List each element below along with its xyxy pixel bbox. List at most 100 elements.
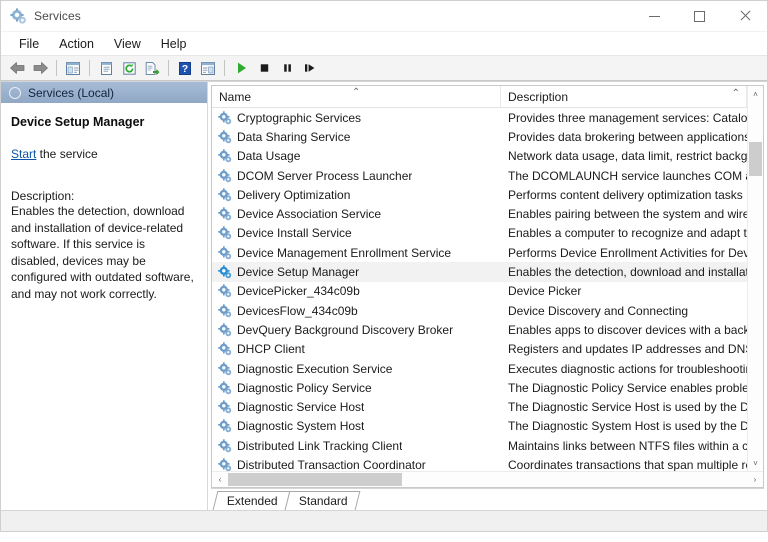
vertical-scroll-thumb[interactable] [749,142,762,176]
table-row[interactable]: Cryptographic Services Provides three man… [212,108,747,127]
service-gear-icon [218,419,232,433]
column-header-description-label: Description [508,90,569,104]
service-description-cell: Enables a computer to recognize and adap… [508,226,747,241]
start-service-icon[interactable] [230,58,252,79]
left-pane-content: Device Setup Manager Start the service D… [1,103,207,510]
status-bar [1,510,767,531]
properties-icon[interactable] [95,58,117,79]
table-row[interactable]: Distributed Link Tracking Client Maintain… [212,436,747,455]
service-name-cell: DHCP Client [212,342,501,356]
left-details-pane: Services (Local) Device Setup Manager St… [1,82,208,510]
maximize-button[interactable] [677,1,722,32]
view-tab-strip: Extended Standard [211,488,764,510]
show-hide-console-tree-icon[interactable] [62,58,84,79]
service-action-line: Start the service [11,147,195,161]
toolbar: ? [1,56,767,81]
menu-item-file[interactable]: File [9,34,49,54]
table-row[interactable]: DevicesFlow_434c09b Device Discovery and … [212,301,747,320]
horizontal-scrollbar[interactable]: ‹ › [212,471,763,487]
menu-item-view[interactable]: View [104,34,151,54]
toolbar-separator [224,60,225,76]
table-row[interactable]: DHCP Client Registers and updates IP addr… [212,340,747,359]
table-row[interactable]: Diagnostic System Host The Diagnostic Sys… [212,417,747,436]
table-row[interactable]: Diagnostic Policy Service The Diagnostic … [212,378,747,397]
table-row[interactable]: Device Setup Manager Enables the detectio… [212,262,747,282]
services-row-container: Cryptographic Services Provides three man… [212,108,747,471]
table-row[interactable]: Diagnostic Service Host The Diagnostic Se… [212,397,747,416]
service-name-cell: DevicePicker_434c09b [212,284,501,298]
pause-service-icon[interactable] [276,58,298,79]
back-icon[interactable] [6,58,28,79]
window-controls [632,1,767,32]
table-row[interactable]: DCOM Server Process Launcher The DCOMLAUN… [212,166,747,185]
horizontal-scroll-track[interactable] [228,472,747,487]
right-list-pane: Name ⌃ Description ⌃ Cryptographic Servi… [208,82,767,510]
refresh-icon[interactable] [118,58,140,79]
restart-service-icon[interactable] [299,58,321,79]
table-row[interactable]: Diagnostic Execution Service Executes dia… [212,359,747,378]
services-local-header[interactable]: Services (Local) [1,82,207,103]
services-manager-app: Services File Action View Help ? Service… [0,0,768,542]
table-row[interactable]: Distributed Transaction Coordinator Coord… [212,455,747,471]
service-name-label: Diagnostic Execution Service [237,361,393,376]
table-row[interactable]: Device Association Service Enables pairin… [212,204,747,223]
service-description-cell: Enables the detection, download and inst… [508,265,747,280]
close-icon [739,10,751,22]
service-name-label: Delivery Optimization [237,187,351,202]
service-name-label: Distributed Link Tracking Client [237,438,403,453]
stop-service-icon[interactable] [253,58,275,79]
scroll-left-button[interactable]: ‹ [212,472,228,487]
service-name-cell: Data Sharing Service [212,130,501,144]
menu-item-action[interactable]: Action [49,34,104,54]
window-title: Services [34,9,81,23]
close-button[interactable] [722,1,767,32]
service-description-cell: Maintains links between NTFS files withi… [508,438,747,453]
scroll-up-button[interactable]: ˄ [748,86,763,102]
table-row[interactable]: DevicePicker_434c09b Device Picker [212,282,747,301]
tab-extended-label: Extended [226,494,278,508]
service-description-cell: Provides three management services: Cata… [508,110,747,125]
start-service-suffix: the service [36,147,98,161]
service-gear-icon [218,380,232,395]
service-name-label: Device Install Service [237,226,352,241]
column-header-name[interactable]: Name ⌃ [212,86,501,108]
page-bottom-strip [0,532,768,542]
table-row[interactable]: Data Usage Network data usage, data limit… [212,147,747,166]
service-name-label: Device Setup Manager [237,265,360,280]
start-service-link[interactable]: Start [11,147,36,161]
column-header-name-label: Name [219,90,252,104]
forward-icon[interactable] [29,58,51,79]
service-description-cell: The Diagnostic Service Host is used by t… [508,400,747,415]
minimize-button[interactable] [632,1,677,32]
tab-extended[interactable]: Extended [212,491,291,510]
table-row[interactable]: Device Management Enrollment Service Perf… [212,243,747,262]
service-name-label: DCOM Server Process Launcher [237,168,413,183]
table-row[interactable]: Delivery Optimization Performs content de… [212,185,747,204]
tab-standard[interactable]: Standard [284,491,360,510]
horizontal-scroll-thumb[interactable] [228,473,402,486]
show-hide-action-pane-icon[interactable] [197,58,219,79]
table-row[interactable]: DevQuery Background Discovery Broker Enab… [212,320,747,339]
service-gear-icon [218,110,232,125]
service-name-cell: Delivery Optimization [212,188,501,202]
services-local-label: Services (Local) [28,85,115,100]
export-list-icon[interactable] [141,58,163,79]
service-name-label: Diagnostic Policy Service [237,380,372,395]
service-description-cell: Performs Device Enrollment Activities fo… [508,245,747,260]
svg-text:?: ? [182,63,188,75]
vertical-scrollbar[interactable]: ˄ ˅ [747,86,763,471]
scroll-right-button[interactable]: › [747,472,763,487]
vertical-scroll-track[interactable] [748,102,763,455]
service-gear-icon [218,188,232,202]
service-name-label: Distributed Transaction Coordinator [237,457,426,471]
menu-item-help[interactable]: Help [151,34,197,54]
services-list-frame: Name ⌃ Description ⌃ Cryptographic Servi… [211,85,764,488]
service-name-label: DevicesFlow_434c09b [237,303,358,318]
service-gear-icon [218,130,232,144]
column-header-description[interactable]: Description ⌃ [501,86,747,108]
scroll-down-button[interactable]: ˅ [748,455,763,471]
service-name-label: Data Sharing Service [237,129,351,144]
help-icon[interactable]: ? [174,58,196,79]
table-row[interactable]: Device Install Service Enables a computer… [212,224,747,243]
table-row[interactable]: Data Sharing Service Provides data broker… [212,127,747,146]
